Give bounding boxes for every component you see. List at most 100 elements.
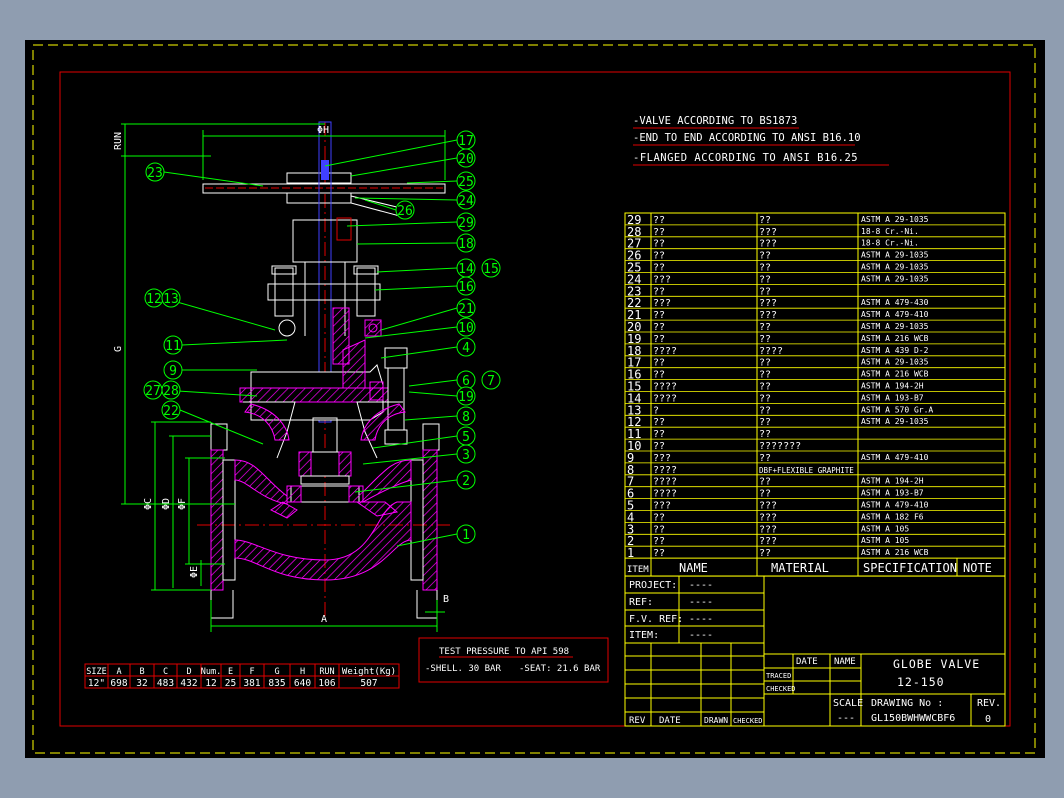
bom-name: ??? <box>653 298 671 309</box>
title-block-text: PROJECT: ---- REF: ---- F.V. REF: ---- I… <box>629 580 1001 726</box>
valve-drawing <box>197 121 450 620</box>
size-header: C <box>163 667 168 677</box>
balloon-label: 29 <box>458 216 474 231</box>
leader-line <box>380 346 458 359</box>
gland-flange <box>267 283 381 301</box>
bom-name: ?? <box>653 286 665 297</box>
bom-header-item: ITEM <box>627 565 649 575</box>
size-value: 432 <box>180 678 197 689</box>
leader-line <box>374 285 458 291</box>
tb-rev: 0 <box>985 714 991 725</box>
size-table: SIZE A B C D Num. E F G H RUN Weight(Kg) 12" 698 32 483… <box>84 663 400 689</box>
leader-line <box>408 379 458 387</box>
balloon-label: 4 <box>462 341 470 356</box>
balloon-label: 20 <box>458 152 474 167</box>
size-header: A <box>116 667 121 677</box>
balloon-label: 14 <box>458 262 474 277</box>
test-pressure-box <box>418 637 609 683</box>
bom-material: ?? <box>759 453 771 464</box>
bom-material: ?? <box>759 429 771 440</box>
rev-col: REV <box>629 716 646 726</box>
bom-spec: ASTM A 216 WCB <box>861 370 929 379</box>
bom-name: ??? <box>653 274 671 285</box>
balloon-label: 9 <box>169 364 177 379</box>
balloon-label: 12 <box>146 292 162 307</box>
balloon-label: 21 <box>458 302 474 317</box>
bom-material: ??? <box>759 524 777 535</box>
right-flange <box>422 449 438 591</box>
test-seat: -SEAT: 21.6 BAR <box>519 664 601 674</box>
dim-b: B <box>443 594 449 605</box>
bom-name: ?? <box>653 417 665 428</box>
bom-name: ?? <box>653 215 665 226</box>
bom-name: ???? <box>653 477 677 488</box>
bom-name: ?? <box>653 263 665 274</box>
balloon-label: 5 <box>462 430 470 445</box>
balloon-label: 24 <box>458 194 474 209</box>
bom-material: ?? <box>759 274 771 285</box>
bom-spec: ASTM A 216 WCB <box>861 334 929 343</box>
bom-spec: ASTM A 29-1035 <box>861 215 929 224</box>
bom-name: ?? <box>653 429 665 440</box>
leader-line <box>162 297 276 331</box>
tb-drawing-no: GL150BWHWWCBF6 <box>871 713 955 724</box>
bom-header-name: NAME <box>679 561 708 575</box>
leader-line <box>406 180 458 184</box>
checked-col: CHECKED <box>733 717 763 725</box>
bom-material: ??????? <box>759 441 801 452</box>
bom-spec: ASTM A 216 WCB <box>861 548 929 557</box>
balloon-label: 22 <box>163 404 179 419</box>
bom-name: ?? <box>653 370 665 381</box>
size-value: 25 <box>225 678 236 689</box>
size-header: G <box>274 667 279 677</box>
size-header: Num. <box>201 667 221 677</box>
balloon-label: 8 <box>462 410 470 425</box>
bom-spec: ASTM A 479-410 <box>861 501 929 510</box>
balloon-label: 15 <box>483 262 499 277</box>
size-header: RUN <box>319 667 334 677</box>
bom-header-spec: SPECIFICATION <box>863 561 957 575</box>
balloon-label: 3 <box>462 448 470 463</box>
leader-line <box>408 391 458 397</box>
bom-spec: ASTM A 105 <box>861 536 909 545</box>
bom-material: ??? <box>759 501 777 512</box>
size-value: 12 <box>205 678 216 689</box>
left-flange <box>210 449 224 591</box>
info-project-label: PROJECT: <box>629 580 677 591</box>
bom-name: ??? <box>653 453 671 464</box>
balloon-label: 13 <box>163 292 179 307</box>
tb-rating: 12-150 <box>897 675 945 689</box>
balloon-label: 23 <box>147 166 163 181</box>
bom-spec: ASTM A 29-1035 <box>861 322 929 331</box>
drawn-col: DRAWN <box>704 716 728 725</box>
bom-material: DBF+FLEXIBLE GRAPHITE <box>759 466 854 475</box>
size-value: 32 <box>136 678 147 689</box>
bom-name: ???? <box>653 346 677 357</box>
bom-material: ?? <box>759 263 771 274</box>
leader-line <box>376 267 458 273</box>
bom-name: ?? <box>653 251 665 262</box>
bom-spec: ASTM A 439 D-2 <box>861 346 929 355</box>
bom-spec: ASTM A 193-B7 <box>861 489 924 498</box>
bom-spec: ASTM A 193-B7 <box>861 393 924 402</box>
size-header: E <box>228 667 233 677</box>
leader-line <box>356 242 458 245</box>
bom-material: ??? <box>759 227 777 238</box>
bom-material: ?? <box>759 286 771 297</box>
bom-spec: ASTM A 29-1035 <box>861 274 929 283</box>
bom-material: ?? <box>759 215 771 226</box>
size-header: B <box>139 667 144 677</box>
leader-line <box>404 415 458 421</box>
info-ref-value: ---- <box>689 597 713 608</box>
bom-material: ?? <box>759 251 771 262</box>
bom-material: ?? <box>759 417 771 428</box>
dim-d: ΦD <box>161 498 172 510</box>
bom-material: ?? <box>759 393 771 404</box>
balloon-label: 28 <box>163 384 179 399</box>
info-item-value: ---- <box>689 630 713 641</box>
bom-name: ???? <box>653 382 677 393</box>
bom-material: ?? <box>759 322 771 333</box>
leader-line <box>372 435 458 449</box>
dim-h: ΦH <box>317 125 329 136</box>
bom-spec: ASTM A 182 F6 <box>861 512 924 521</box>
